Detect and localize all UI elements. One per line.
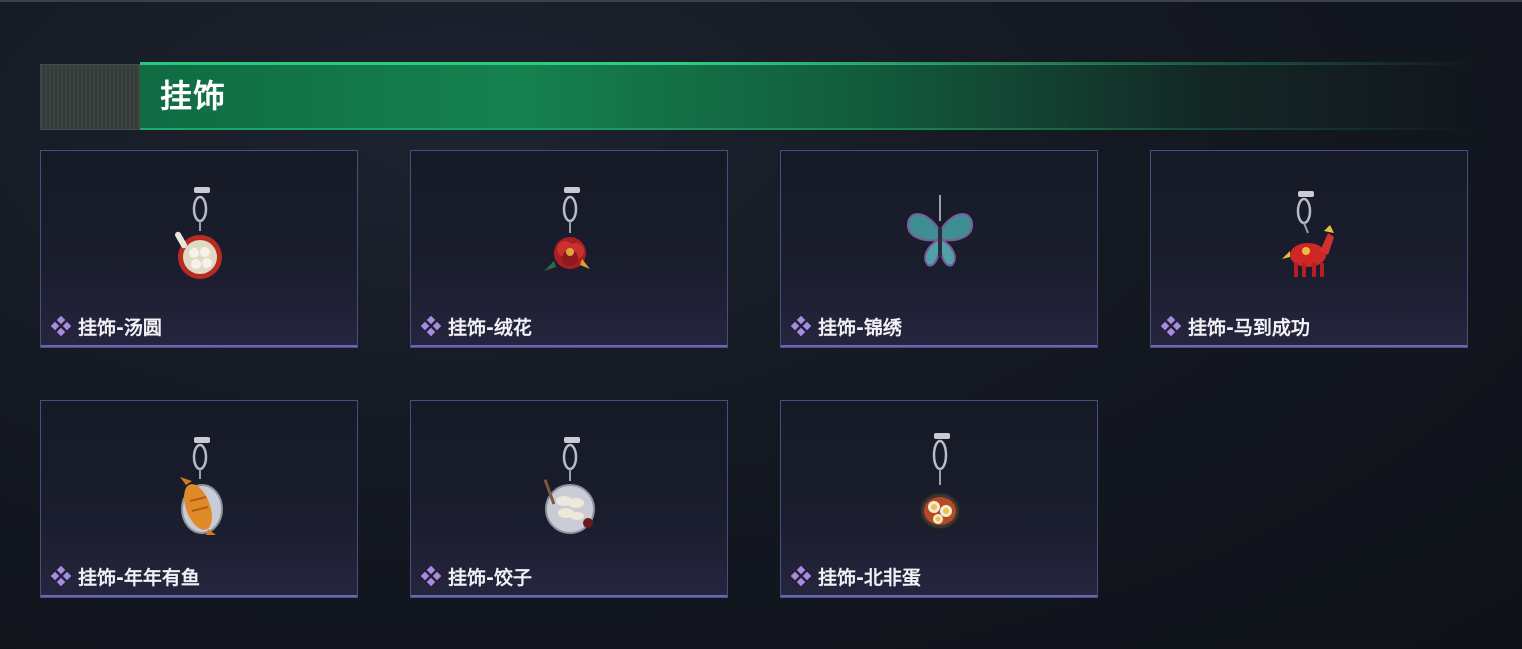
diamond-cluster-icon: [421, 566, 441, 586]
header-top-line: [140, 62, 1480, 65]
charm-image-area: [41, 401, 357, 551]
butterfly-charm-icon: [906, 195, 974, 267]
charm-label: 挂饰-马到成功: [1161, 311, 1310, 341]
charm-name: 挂饰-北非蛋: [818, 566, 921, 589]
diamond-cluster-icon: [51, 316, 71, 336]
charm-name: 挂饰-饺子: [448, 566, 532, 589]
charm-image-area: [781, 151, 1097, 301]
section-header: 挂饰: [40, 62, 1480, 132]
velvet-flower-charm-icon: [544, 187, 590, 271]
charm-card-butterfly[interactable]: 挂饰-锦绣: [780, 150, 1098, 348]
charm-image-area: [41, 151, 357, 301]
charm-name: 挂饰-绒花: [448, 316, 532, 339]
charm-card-dumplings[interactable]: 挂饰-饺子: [410, 400, 728, 598]
charm-card-tangyuan[interactable]: 挂饰-汤圆: [40, 150, 358, 348]
charm-name: 挂饰-年年有鱼: [78, 566, 200, 589]
shakshuka-pan-charm-icon: [919, 433, 961, 530]
top-border-line: [0, 0, 1522, 2]
charm-card-velvet-flower[interactable]: 挂饰-绒花: [410, 150, 728, 348]
diamond-cluster-icon: [1161, 316, 1181, 336]
dumplings-plate-charm-icon: [543, 437, 595, 534]
diamond-cluster-icon: [791, 316, 811, 336]
charm-card-red-horse[interactable]: 挂饰-马到成功: [1150, 150, 1468, 348]
charm-card-shakshuka[interactable]: 挂饰-北非蛋: [780, 400, 1098, 598]
diamond-cluster-icon: [51, 566, 71, 586]
header-bar: [140, 64, 1480, 130]
charm-label: 挂饰-绒花: [421, 311, 532, 341]
charm-label: 挂饰-北非蛋: [791, 561, 921, 591]
tangyuan-bowl-charm-icon: [175, 187, 222, 279]
charm-label: 挂饰-饺子: [421, 561, 532, 591]
diamond-cluster-icon: [421, 316, 441, 336]
charm-name: 挂饰-马到成功: [1188, 316, 1310, 339]
header-bottom-line: [140, 128, 1480, 130]
charm-label: 挂饰-汤圆: [51, 311, 162, 341]
charm-image-area: [781, 401, 1097, 551]
charm-name: 挂饰-锦绣: [818, 316, 902, 339]
charm-image-area: [411, 151, 727, 301]
section-title: 挂饰: [160, 77, 227, 115]
diamond-cluster-icon: [791, 566, 811, 586]
charm-image-area: [411, 401, 727, 551]
fish-plate-charm-icon: [180, 437, 223, 535]
charm-card-fish[interactable]: 挂饰-年年有鱼: [40, 400, 358, 598]
red-horse-charm-icon: [1282, 191, 1334, 277]
header-stub-block: [40, 64, 140, 130]
charm-image-area: [1151, 151, 1467, 301]
charm-name: 挂饰-汤圆: [78, 316, 162, 339]
charm-label: 挂饰-锦绣: [791, 311, 902, 341]
charm-label: 挂饰-年年有鱼: [51, 561, 200, 591]
